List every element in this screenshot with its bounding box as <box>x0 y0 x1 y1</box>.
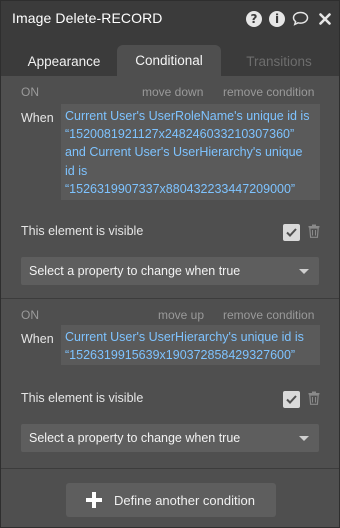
expression-line: “1526319915639x190372858429327600” <box>65 348 296 363</box>
expression-line: Current User's UserHierarchy's unique id… <box>65 330 304 344</box>
trash-icon[interactable] <box>308 391 320 405</box>
close-icon[interactable] <box>316 10 333 27</box>
on-label: ON <box>21 308 39 322</box>
info-icon[interactable]: i <box>269 10 285 27</box>
tab-bar: Appearance Conditional Transitions <box>1 37 339 76</box>
move-up-link[interactable]: move up <box>158 308 204 322</box>
property-select-text: Select a property to change when true <box>29 431 241 445</box>
divider <box>1 468 339 469</box>
condition-block: ON move down remove condition When Curre… <box>1 76 339 298</box>
property-label: This element is visible <box>21 391 144 405</box>
property-select-text: Select a property to change when true <box>29 264 241 278</box>
plus-icon <box>86 492 102 508</box>
visible-checkbox[interactable] <box>283 224 300 241</box>
chevron-down-icon <box>299 269 309 274</box>
remove-condition-link[interactable]: remove condition <box>223 85 314 99</box>
panel-title: Image Delete-RECORD <box>12 10 163 26</box>
comment-icon[interactable] <box>292 10 309 27</box>
expression-line: id is <box>65 163 88 178</box>
condition-header: ON move up remove condition <box>21 308 321 322</box>
visible-checkbox[interactable] <box>283 391 300 408</box>
on-label: ON <box>21 85 39 99</box>
conditional-panel: Image Delete-RECORD ? i Appearance Condi… <box>0 0 340 528</box>
remove-condition-link[interactable]: remove condition <box>223 308 314 322</box>
define-another-condition-button[interactable]: Define another condition <box>66 483 276 517</box>
condition-header: ON move down remove condition <box>21 85 321 99</box>
condition-block: ON move up remove condition When Current… <box>1 298 339 468</box>
trash-icon[interactable] <box>308 224 320 238</box>
when-label: When <box>21 332 54 346</box>
tab-conditional[interactable]: Conditional <box>117 45 221 76</box>
move-down-link[interactable]: move down <box>142 85 203 99</box>
header-icons: ? i <box>246 10 333 27</box>
help-icon[interactable]: ? <box>246 10 262 27</box>
tab-transitions: Transitions <box>246 53 312 69</box>
panel-header: Image Delete-RECORD ? i <box>1 1 339 37</box>
expression-line: and Current User's UserHierarchy's uniqu… <box>65 145 303 160</box>
chevron-down-icon <box>299 436 309 441</box>
check-icon <box>286 395 297 404</box>
condition-expression[interactable]: Current User's UserRoleName's unique id … <box>61 104 320 200</box>
property-label: This element is visible <box>21 224 144 238</box>
condition-expression[interactable]: Current User's UserHierarchy's unique id… <box>61 325 320 365</box>
property-select[interactable]: Select a property to change when true <box>21 424 319 452</box>
expression-line: “1526319907337x880432233447209000” <box>65 181 296 196</box>
define-button-label: Define another condition <box>114 493 255 508</box>
when-label: When <box>21 111 54 125</box>
expression-line: “1520081921127x248246033210307360” <box>65 127 295 142</box>
tab-appearance[interactable]: Appearance <box>15 46 113 76</box>
property-select[interactable]: Select a property to change when true <box>21 257 319 285</box>
expression-line: Current User's UserRoleName's unique id … <box>65 109 310 123</box>
check-icon <box>286 228 297 237</box>
